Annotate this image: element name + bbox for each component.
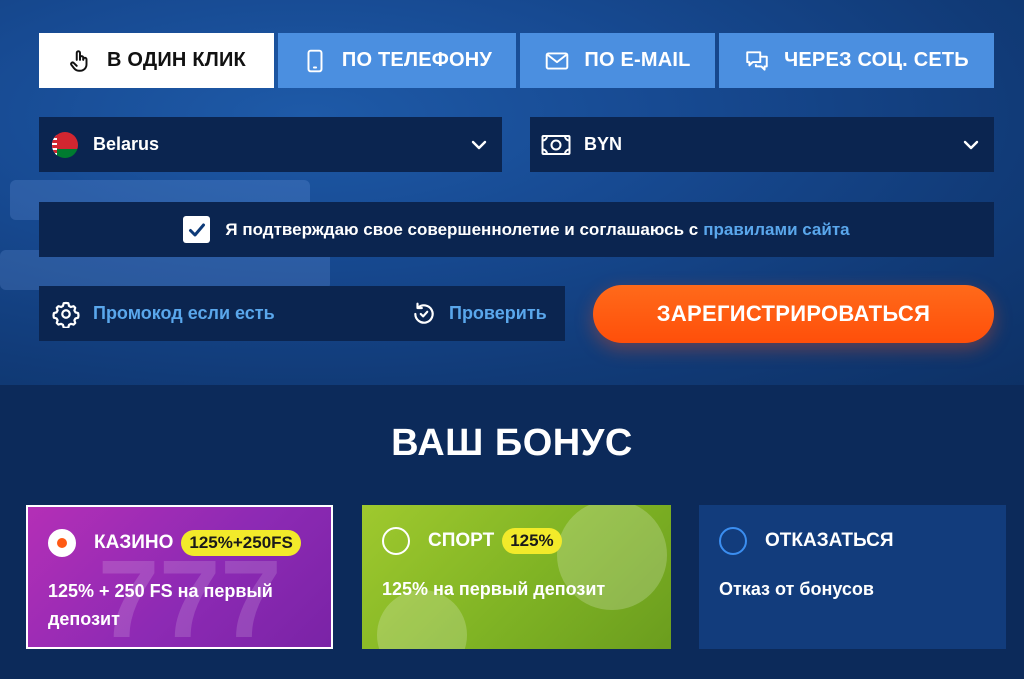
tab-label: В ОДИН КЛИК (107, 49, 246, 71)
tab-by-social[interactable]: ЧЕРЕЗ СОЦ. СЕТЬ (719, 33, 994, 88)
bonus-option-desc: 125% + 250 FS на первый депозит (48, 581, 273, 629)
bonus-option-desc: Отказ от бонусов (719, 579, 874, 599)
belarus-flag-icon (52, 131, 78, 158)
envelope-icon (544, 48, 570, 74)
bonus-option-name: ОТКАЗАТЬСЯ (765, 530, 894, 551)
money-icon (541, 134, 571, 155)
register-button[interactable]: ЗАРЕГИСТРИРОВАТЬСЯ (593, 285, 994, 343)
tab-label: ПО ТЕЛЕФОНУ (341, 49, 493, 71)
tab-label: ПО E-MAIL (584, 49, 691, 71)
consent-text: Я подтверждаю свое совершеннолетие и сог… (225, 219, 699, 239)
bonus-option-desc: 125% на первый депозит (382, 579, 606, 599)
checkmark-icon (188, 223, 205, 236)
bonus-option-sport[interactable]: СПОРТ 125% 125% на первый депозит (362, 505, 671, 649)
site-rules-link[interactable]: правилами сайта (703, 220, 849, 240)
tab-by-phone[interactable]: ПО ТЕЛЕФОНУ (278, 33, 516, 88)
consent-checkbox[interactable] (183, 216, 211, 243)
refresh-check-icon (414, 302, 434, 324)
country-select[interactable]: Belarus (39, 117, 502, 172)
verify-promo-button[interactable]: Проверить (411, 286, 547, 341)
bonus-option-name: КАЗИНО (94, 532, 174, 553)
chevron-down-icon (471, 140, 487, 150)
gear-icon (52, 301, 80, 328)
bonus-option-casino[interactable]: 777 КАЗИНО 125%+250FS 125% + 250 FS на п… (26, 505, 333, 649)
radio-unselected[interactable] (719, 527, 747, 555)
promo-code-input[interactable]: Промокод если есть (93, 303, 275, 324)
radio-selected[interactable] (48, 529, 76, 557)
bonus-title: ВАШ БОНУС (391, 422, 633, 464)
promo-code-field[interactable]: Промокод если есть Проверить (39, 286, 565, 341)
hand-pointer-icon (67, 48, 93, 74)
phone-icon (302, 48, 328, 74)
chat-icon (744, 48, 770, 74)
currency-select[interactable]: BYN (530, 117, 994, 172)
bonus-option-refuse[interactable]: ОТКАЗАТЬСЯ Отказ от бонусов (699, 505, 1006, 649)
chevron-down-icon (963, 140, 979, 150)
tab-by-email[interactable]: ПО E-MAIL (520, 33, 715, 88)
bonus-badge: 125%+250FS (181, 530, 301, 556)
radio-unselected[interactable] (382, 527, 410, 555)
age-consent-row: Я подтверждаю свое совершеннолетие и сог… (39, 202, 994, 257)
verify-label: Проверить (449, 303, 547, 323)
bonus-badge: 125% (502, 528, 562, 554)
tab-one-click[interactable]: В ОДИН КЛИК (39, 33, 274, 88)
register-label: ЗАРЕГИСТРИРОВАТЬСЯ (656, 301, 931, 326)
tab-label: ЧЕРЕЗ СОЦ. СЕТЬ (784, 49, 969, 71)
currency-value: BYN (584, 134, 623, 154)
bonus-option-name: СПОРТ (428, 530, 495, 551)
country-value: Belarus (93, 134, 160, 154)
